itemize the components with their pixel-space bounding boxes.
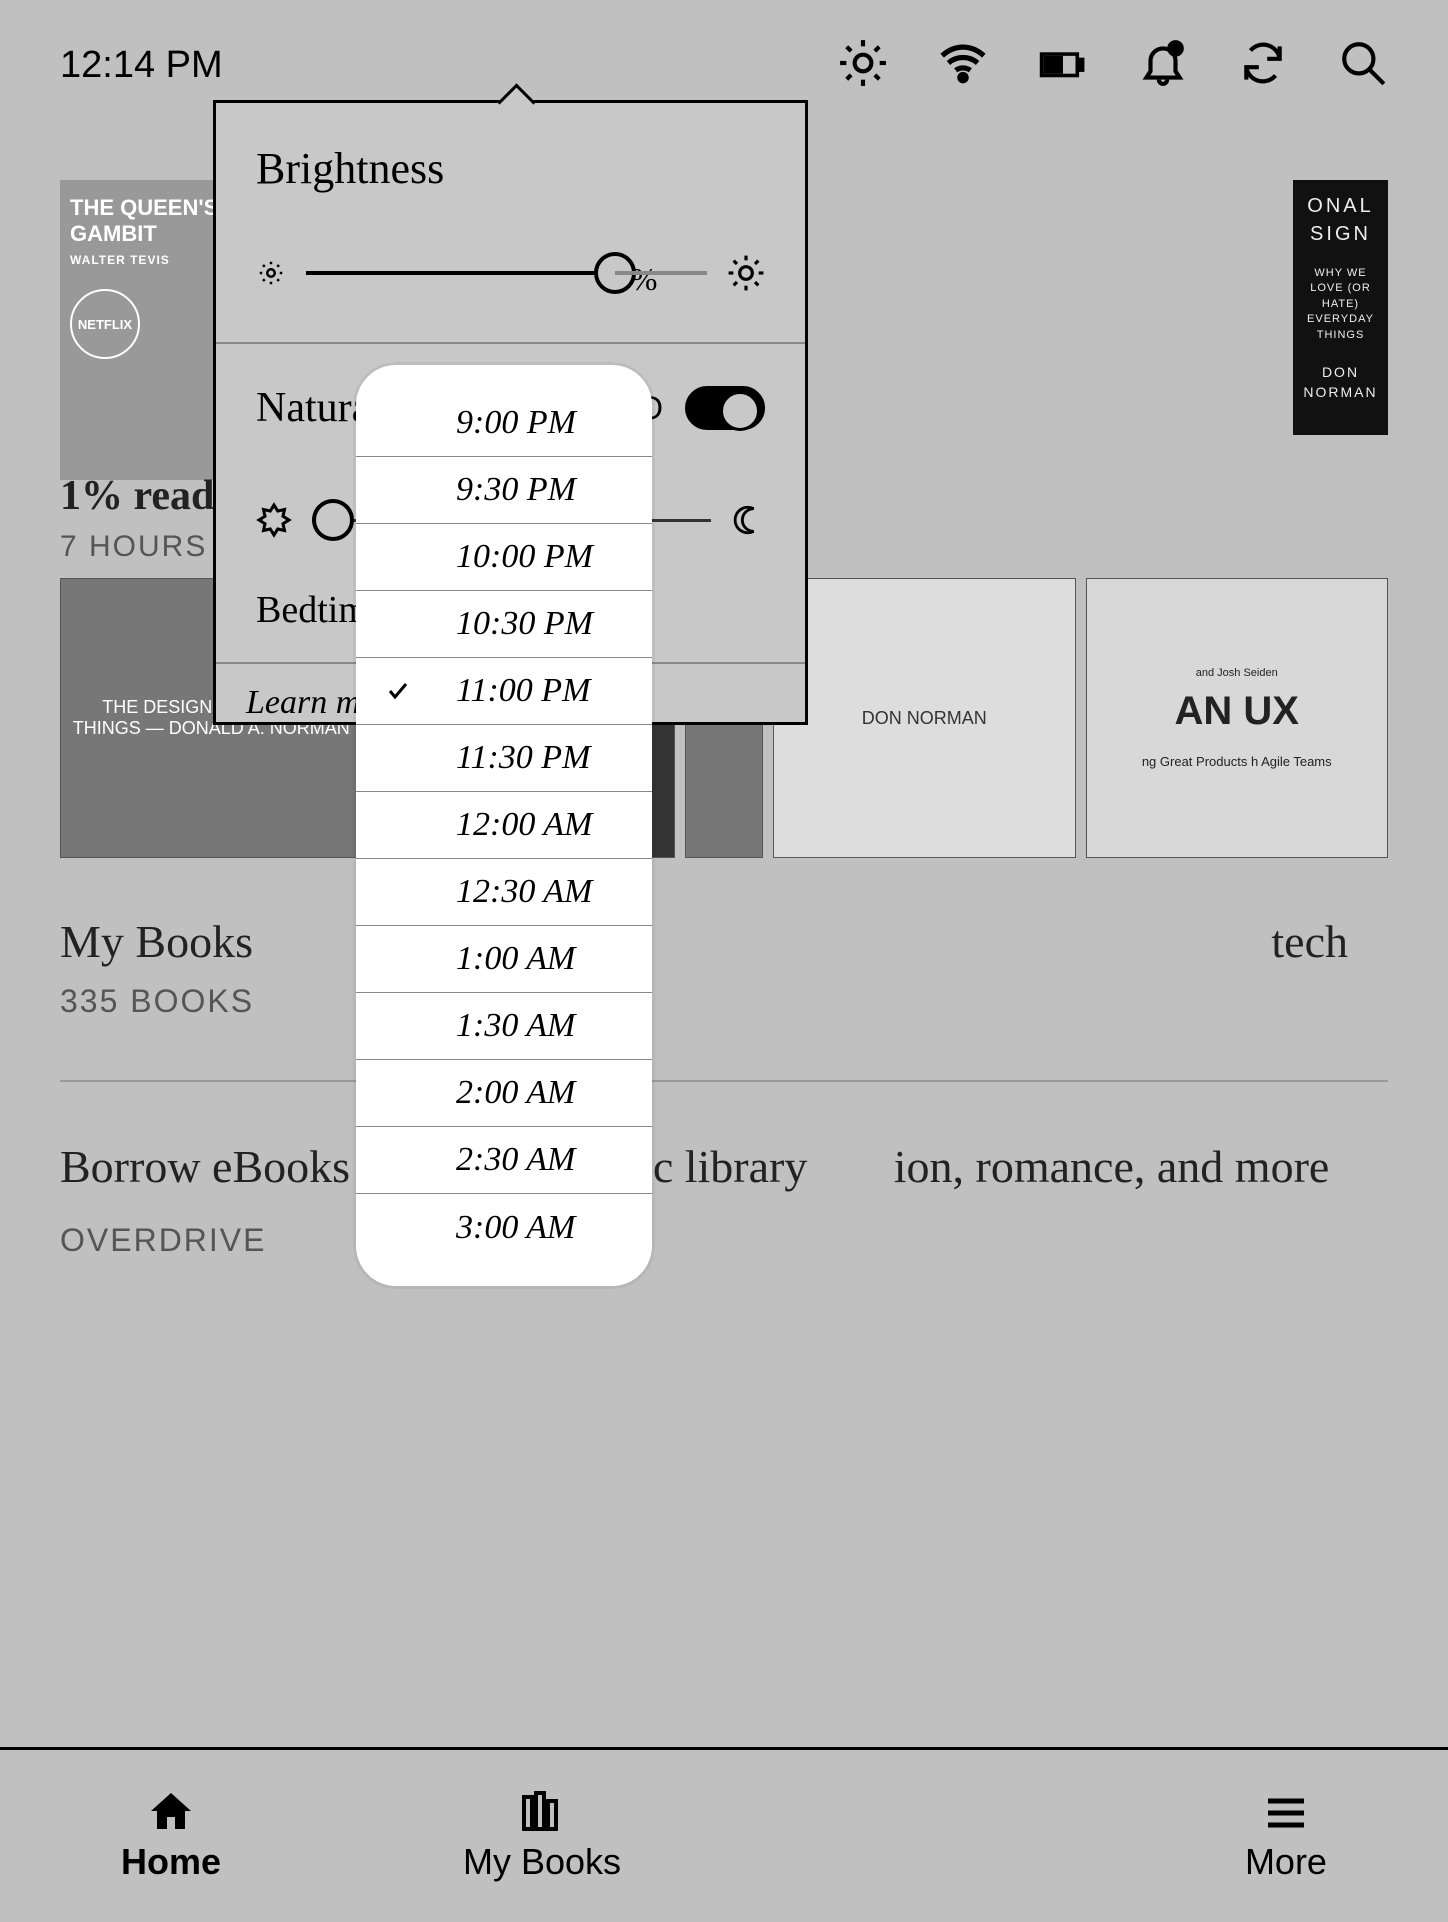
time-label: 1:30 AM xyxy=(426,1007,622,1045)
time-option[interactable]: 10:30 PM xyxy=(356,591,652,658)
brightness-icon[interactable] xyxy=(838,38,888,93)
book-title-fragment: ONAL xyxy=(1307,195,1373,217)
nav-more[interactable]: More xyxy=(1245,1789,1327,1883)
book-cover[interactable]: DON NORMAN xyxy=(773,578,1075,858)
nav-home[interactable]: Home xyxy=(121,1789,221,1883)
nav-label: Home xyxy=(121,1841,221,1883)
slider-thumb[interactable] xyxy=(594,252,636,294)
overdrive-label: OVERDRIVE xyxy=(60,1222,1388,1259)
time-label: 2:30 AM xyxy=(426,1141,622,1179)
brightness-low-icon xyxy=(256,258,286,288)
slider-track[interactable]: 77% xyxy=(306,271,707,275)
brightness-high-icon xyxy=(727,254,765,292)
search-icon[interactable] xyxy=(1338,38,1388,93)
time-label: 9:30 PM xyxy=(426,471,622,509)
notification-icon[interactable] xyxy=(1138,38,1188,93)
time-label: 12:00 AM xyxy=(426,806,622,844)
time-option[interactable]: 11:00 PM xyxy=(356,658,652,725)
book-subtitle: WHY WE LOVE (OR HATE) EVERYDAY THINGS xyxy=(1301,266,1380,343)
wifi-icon[interactable] xyxy=(938,38,988,93)
time-label: 10:00 PM xyxy=(426,538,622,576)
time-option[interactable]: 3:00 AM xyxy=(356,1194,652,1261)
nav-label: My Books xyxy=(463,1841,621,1883)
time-option[interactable]: 2:00 AM xyxy=(356,1060,652,1127)
status-time: 12:14 PM xyxy=(60,44,223,87)
status-icons xyxy=(838,38,1388,93)
time-label: 11:30 PM xyxy=(426,739,622,777)
slider-thumb[interactable] xyxy=(312,499,354,541)
sun-outline-icon xyxy=(256,502,292,538)
nav-mybooks[interactable]: My Books xyxy=(463,1789,621,1883)
book-cover[interactable]: and Josh Seiden AN UX ng Great Products … xyxy=(1086,578,1388,858)
time-label: 12:30 AM xyxy=(426,873,622,911)
time-option[interactable]: 1:00 AM xyxy=(356,926,652,993)
time-label: 11:00 PM xyxy=(426,672,622,710)
time-label: 1:00 AM xyxy=(426,940,622,978)
home-icon xyxy=(147,1789,195,1833)
time-label: 3:00 AM xyxy=(426,1209,622,1247)
my-books-heading[interactable]: My Books xyxy=(60,915,254,968)
sections: My Books 335 BOOKS tech Borrow eBooks fr… xyxy=(60,875,1388,1259)
time-option[interactable]: 9:00 PM xyxy=(356,390,652,457)
popover-title: Brightness xyxy=(216,103,805,214)
time-option[interactable]: 1:30 AM xyxy=(356,993,652,1060)
brightness-slider[interactable]: 77% xyxy=(216,214,805,342)
check-icon xyxy=(386,679,426,703)
sync-icon[interactable] xyxy=(1238,38,1288,93)
time-option[interactable]: 9:30 PM xyxy=(356,457,652,524)
bottom-nav: Home My Books Discover More xyxy=(0,1747,1448,1922)
menu-icon xyxy=(1262,1789,1310,1833)
time-option[interactable]: 12:00 AM xyxy=(356,792,652,859)
time-label: 10:30 PM xyxy=(426,605,622,643)
time-option[interactable]: 12:30 AM xyxy=(356,859,652,926)
time-option[interactable]: 2:30 AM xyxy=(356,1127,652,1194)
time-option[interactable]: 11:30 PM xyxy=(356,725,652,792)
book-cover-emotional-design[interactable]: ONAL SIGN WHY WE LOVE (OR HATE) EVERYDAY… xyxy=(1293,180,1388,435)
bedtime-time-picker: 9:00 PM 9:30 PM 10:00 PM 10:30 PM 11:00 PM 11… xyxy=(356,365,652,1286)
promo-right-text: ion, romance, and more xyxy=(894,1137,1388,1197)
book-title-fragment: SIGN xyxy=(1310,223,1371,245)
time-label: 2:00 AM xyxy=(426,1074,622,1112)
books-icon xyxy=(518,1789,566,1833)
battery-icon[interactable] xyxy=(1038,38,1088,93)
netflix-badge: NETFLIX xyxy=(70,289,140,359)
moon-icon xyxy=(731,503,765,537)
tech-heading[interactable]: tech xyxy=(1271,915,1348,1020)
nav-label: More xyxy=(1245,1841,1327,1883)
time-label: 9:00 PM xyxy=(426,404,622,442)
time-option[interactable]: 10:00 PM xyxy=(356,524,652,591)
auto-toggle[interactable] xyxy=(685,386,765,430)
my-books-count: 335 BOOKS xyxy=(60,983,254,1020)
book-author: DON NORMAN xyxy=(1301,363,1380,402)
